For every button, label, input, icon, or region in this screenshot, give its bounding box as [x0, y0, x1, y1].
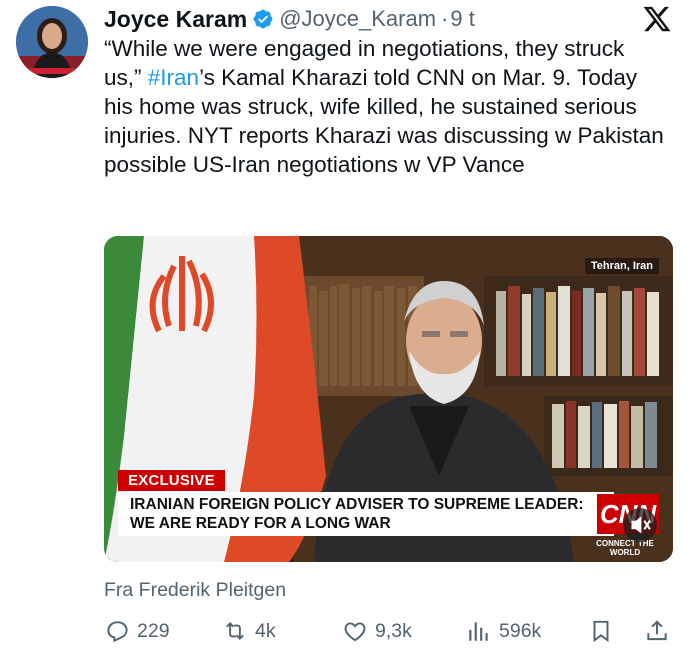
hashtag-link[interactable]: #Iran [148, 65, 199, 90]
author-avatar[interactable] [16, 6, 88, 78]
chyron-headline: IRANIAN FOREIGN POLICY ADVISER TO SUPREM… [118, 492, 614, 536]
x-logo-icon [643, 6, 671, 32]
verified-badge-icon [253, 9, 273, 29]
view-count: 596k [499, 619, 542, 642]
mute-icon [631, 516, 651, 534]
tweet-header: Joyce Karam @Joyce_Karam · 9 t [104, 2, 670, 36]
heart-icon [344, 622, 366, 642]
reply-count: 229 [137, 619, 170, 642]
video-source[interactable]: Fra Frederik Pleitgen [104, 579, 286, 602]
views-button[interactable]: 596k [466, 614, 541, 648]
avatar-image [16, 6, 88, 78]
tweet-video[interactable]: Tehran, Iran EXCLUSIVE IRANIAN FOREIGN P… [104, 236, 673, 562]
share-icon [647, 620, 667, 641]
reply-icon [107, 621, 128, 643]
tweet-actions: 229 4k 9,3k 596k [104, 614, 674, 648]
location-tag: Tehran, Iran [584, 258, 659, 274]
repost-button[interactable]: 4k [222, 614, 276, 648]
share-button[interactable] [644, 614, 677, 648]
header-separator: · [441, 6, 449, 31]
bookmark-icon [593, 620, 609, 643]
like-count: 9,3k [375, 619, 412, 642]
bookmark-button[interactable] [588, 614, 621, 648]
author-name[interactable]: Joyce Karam [104, 6, 247, 33]
reply-button[interactable]: 229 [104, 614, 170, 648]
tweet-timestamp[interactable]: 9 t [450, 6, 474, 32]
exclusive-label: EXCLUSIVE [118, 470, 225, 491]
views-icon [469, 622, 488, 641]
repost-icon [226, 622, 244, 640]
mute-button[interactable] [623, 508, 657, 542]
repost-count: 4k [255, 619, 276, 642]
like-button[interactable]: 9,3k [342, 614, 412, 648]
author-handle[interactable]: @Joyce_Karam [279, 6, 436, 32]
tweet-text: “While we were engaged in negotiations, … [104, 34, 664, 179]
